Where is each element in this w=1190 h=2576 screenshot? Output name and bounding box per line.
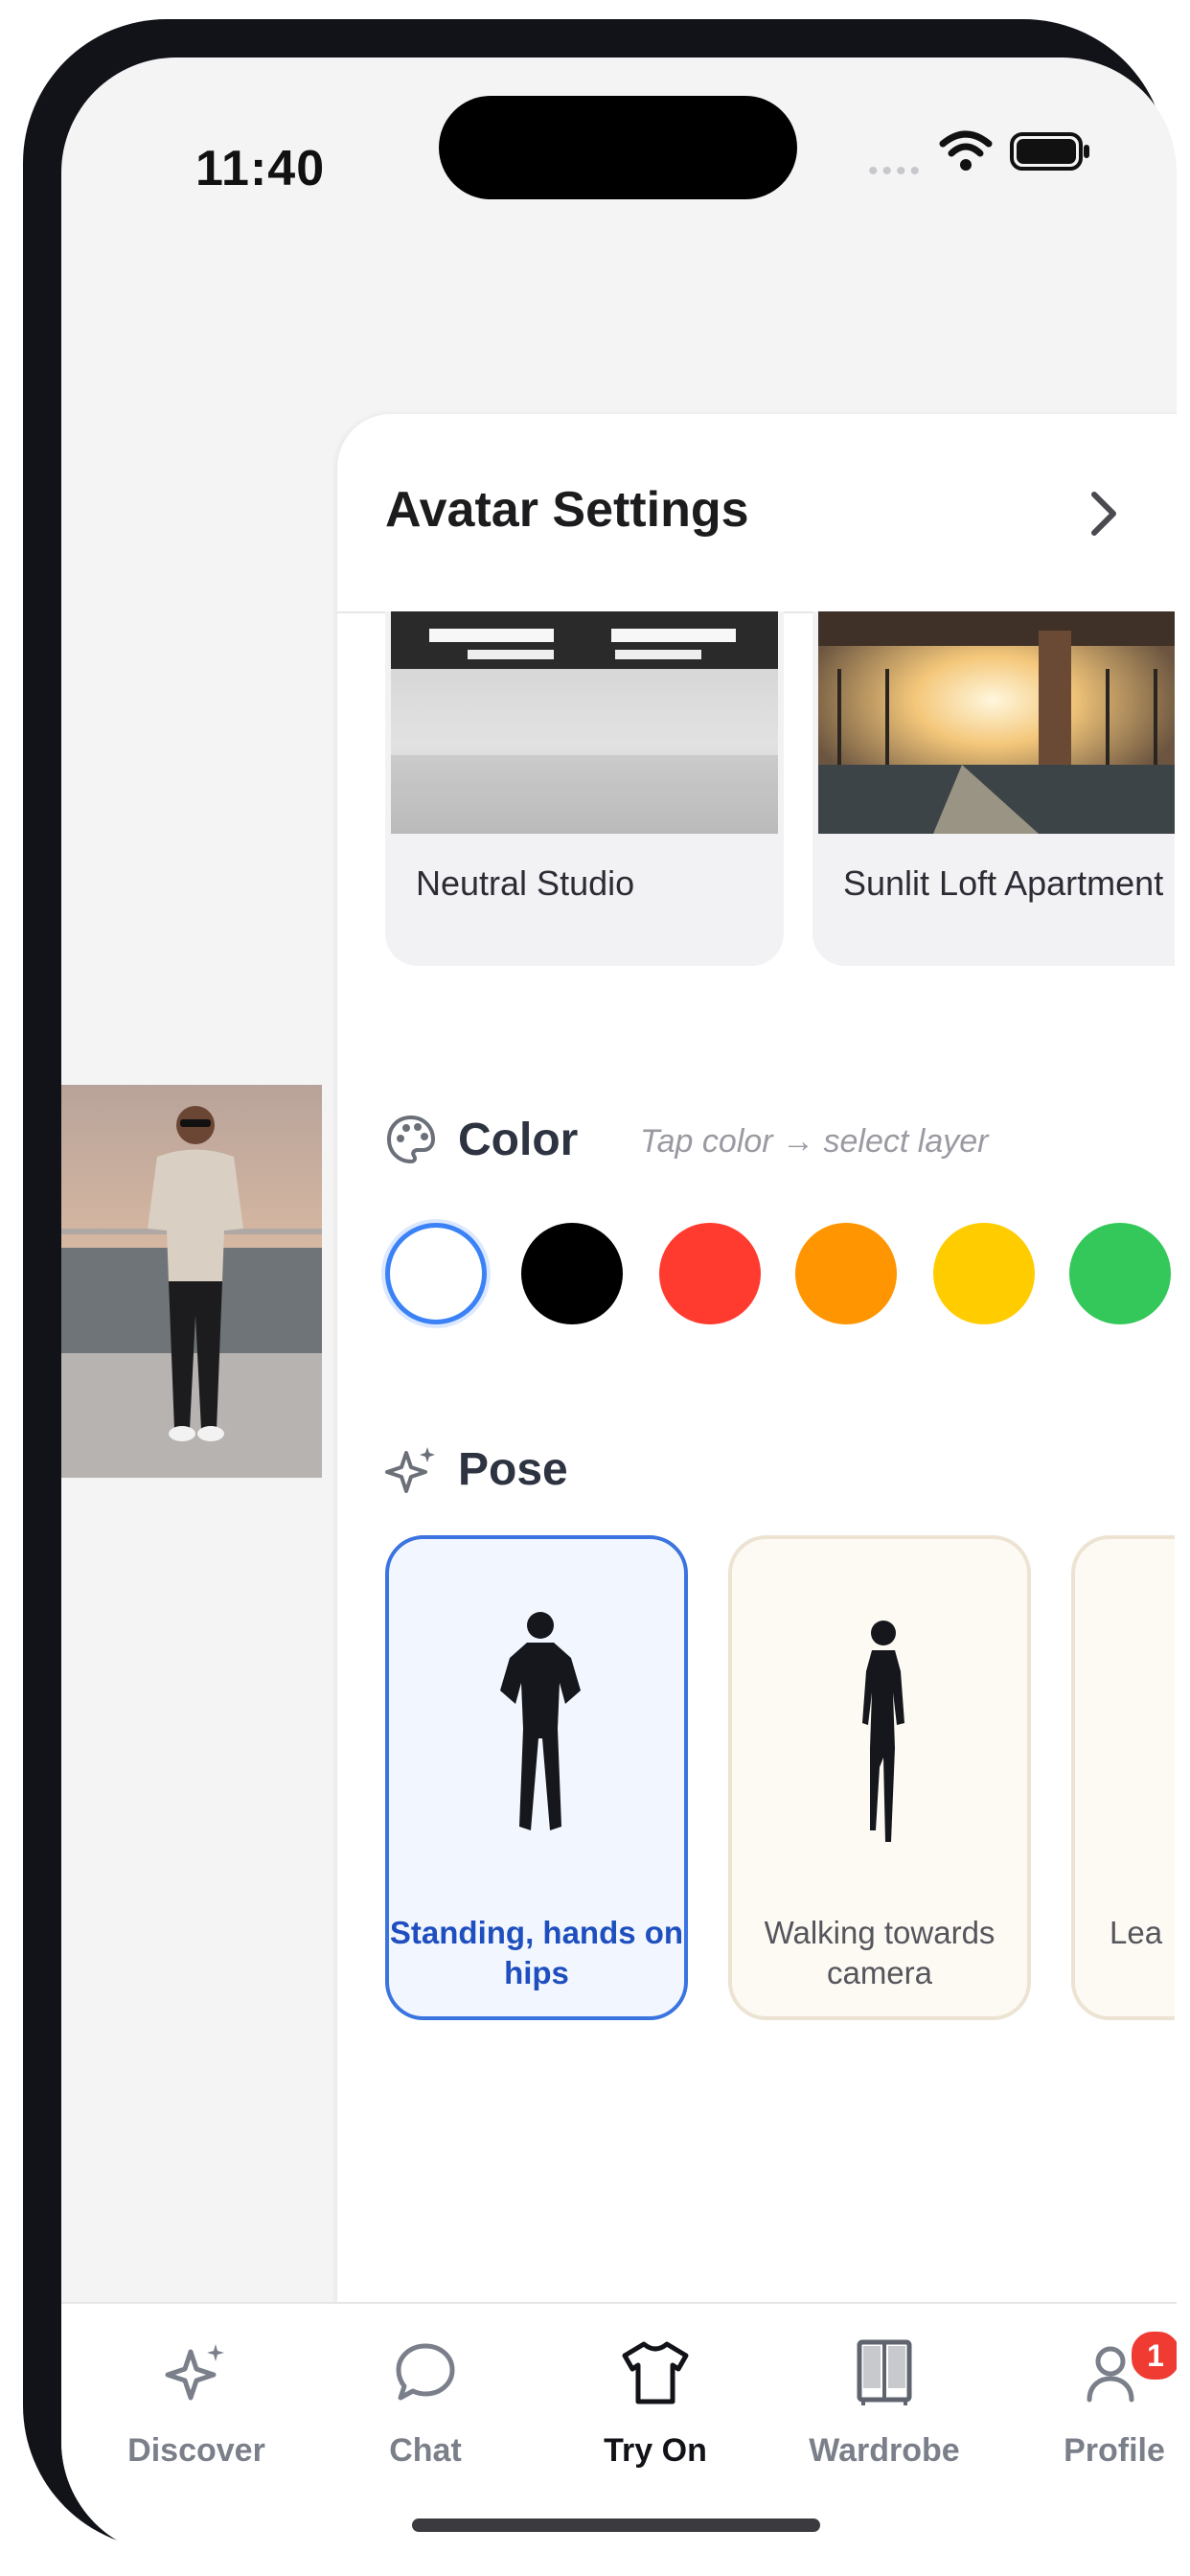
signal-dots-icon: •••• [868,155,925,187]
wardrobe-icon [857,2339,912,2405]
avatar-settings-panel: Avatar Settings Neutral Studio Sunlit Lo… [337,414,1177,2321]
sparkle-icon [385,1447,435,1493]
color-swatch-orange[interactable] [795,1223,897,1324]
home-indicator[interactable] [412,2518,820,2532]
battery-icon [1010,132,1089,171]
notification-badge: 1 [1129,2329,1177,2382]
screen: 11:40 •••• Avatar Settings Neutral Studi… [61,58,1177,2557]
tab-label: Try On [604,2432,707,2469]
background-card-neutral-studio[interactable]: Neutral Studio [385,611,784,966]
tab-profile[interactable]: 1 Profile [1004,2329,1177,2472]
background-label: Neutral Studio [416,863,635,903]
color-swatch-red[interactable] [659,1223,761,1324]
tab-chat[interactable]: Chat [315,2329,536,2472]
pose-label: Lea [1110,1915,1163,1950]
tab-wardrobe[interactable]: Wardrobe [774,2329,995,2472]
pose-card-standing-hands-on-hips[interactable]: Standing, hands on hips [385,1535,688,2020]
tab-label: Chat [389,2432,462,2469]
pose-card-walking-towards-camera[interactable]: Walking towards camera [728,1535,1031,2020]
scroll-clip-edge [1175,611,1177,2145]
color-swatch-white[interactable] [385,1223,487,1324]
neutral-studio-image [391,611,778,834]
color-swatch-yellow[interactable] [933,1223,1035,1324]
background-label: Sunlit Loft Apartment [843,863,1164,903]
status-time: 11:40 [195,141,326,196]
tab-label: Discover [127,2432,265,2469]
panel-title: Avatar Settings [385,482,749,538]
background-card-sunlit-loft[interactable]: Sunlit Loft Apartment [812,611,1177,966]
color-swatch-green[interactable] [1069,1223,1171,1324]
avatar-photo[interactable] [61,1085,322,1478]
pose-label: Walking towards camera [764,1915,995,1990]
tshirt-icon [622,2341,689,2404]
pose-card-partial[interactable]: Lea [1071,1535,1177,2020]
palette-icon [386,1115,436,1164]
chevron-right-icon[interactable] [1085,489,1123,539]
tab-label: Profile [1064,2432,1165,2469]
color-section-title: Color [458,1115,579,1165]
wifi-icon [939,130,993,171]
tab-label: Wardrobe [809,2432,960,2469]
pose-section-title: Pose [458,1444,568,1495]
pose-label: Standing, hands on hips [389,1915,684,1990]
sunlit-loft-image [818,611,1177,834]
chat-bubble-icon [396,2343,455,2401]
phone-frame: 11:40 •••• Avatar Settings Neutral Studi… [23,19,1177,2557]
panel-header: Avatar Settings [337,414,1177,613]
pose-silhouette-walking [862,1621,904,1842]
tab-try-on[interactable]: Try On [545,2329,766,2472]
color-hint: Tap color → select layer [640,1123,989,1160]
pose-silhouette-standing [500,1612,581,1830]
color-swatch-black[interactable] [521,1223,623,1324]
dynamic-island [439,96,797,199]
tab-discover[interactable]: Discover [86,2329,307,2472]
sparkle-icon [165,2344,224,2401]
